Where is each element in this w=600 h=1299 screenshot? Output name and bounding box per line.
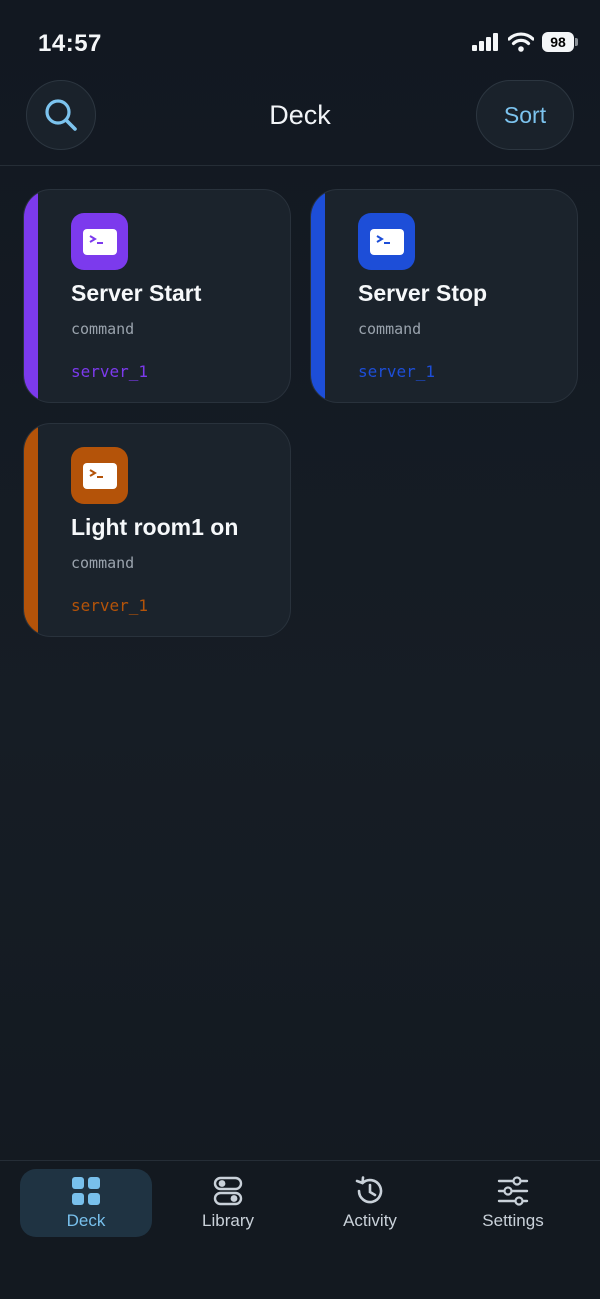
action-card[interactable]: Server Start command server_1 (23, 189, 291, 403)
card-server: server_1 (71, 362, 149, 381)
tab-label: Library (202, 1211, 254, 1230)
status-time: 14:57 (38, 30, 102, 57)
card-accent-bar (24, 190, 38, 402)
card-server: server_1 (71, 596, 149, 615)
tab-label: Settings (482, 1211, 544, 1230)
card-title: Server Start (71, 280, 202, 306)
tab-label: Deck (66, 1211, 106, 1230)
tab-bar: Deck Library Activity Settings (0, 1160, 600, 1299)
tab-settings[interactable]: Settings (447, 1169, 579, 1237)
tab-library[interactable]: Library (162, 1169, 294, 1237)
battery-indicator: 98 (542, 32, 578, 52)
action-card[interactable]: Server Stop command server_1 (310, 189, 578, 403)
toggles-icon (212, 1175, 244, 1207)
card-type: command (358, 320, 422, 338)
tab-label: Activity (343, 1211, 397, 1230)
battery-tip (575, 38, 578, 46)
card-type: command (71, 320, 135, 338)
card-title: Server Stop (358, 280, 488, 306)
card-type: command (71, 554, 135, 572)
status-bar: 14:57 98 (0, 0, 600, 80)
action-card[interactable]: Light room1 on command server_1 (23, 423, 291, 637)
sliders-icon (497, 1175, 529, 1207)
deck-screen: 14:57 98 Deck Sort Server Start command … (0, 0, 600, 1299)
tab-deck[interactable]: Deck (20, 1169, 152, 1237)
grid-icon (70, 1175, 102, 1207)
card-accent-bar (311, 190, 325, 402)
terminal-icon (71, 447, 128, 504)
card-title: Light room1 on (71, 514, 239, 540)
battery-level: 98 (542, 32, 574, 52)
terminal-icon (358, 213, 415, 270)
cellular-signal-icon (472, 33, 498, 51)
tab-activity[interactable]: Activity (304, 1169, 436, 1237)
header: Deck Sort (0, 80, 600, 166)
status-icons: 98 (472, 32, 578, 52)
card-server: server_1 (358, 362, 436, 381)
wifi-icon (508, 32, 534, 52)
sort-button[interactable]: Sort (476, 80, 574, 150)
history-icon (354, 1175, 386, 1207)
terminal-icon (71, 213, 128, 270)
card-accent-bar (24, 424, 38, 636)
